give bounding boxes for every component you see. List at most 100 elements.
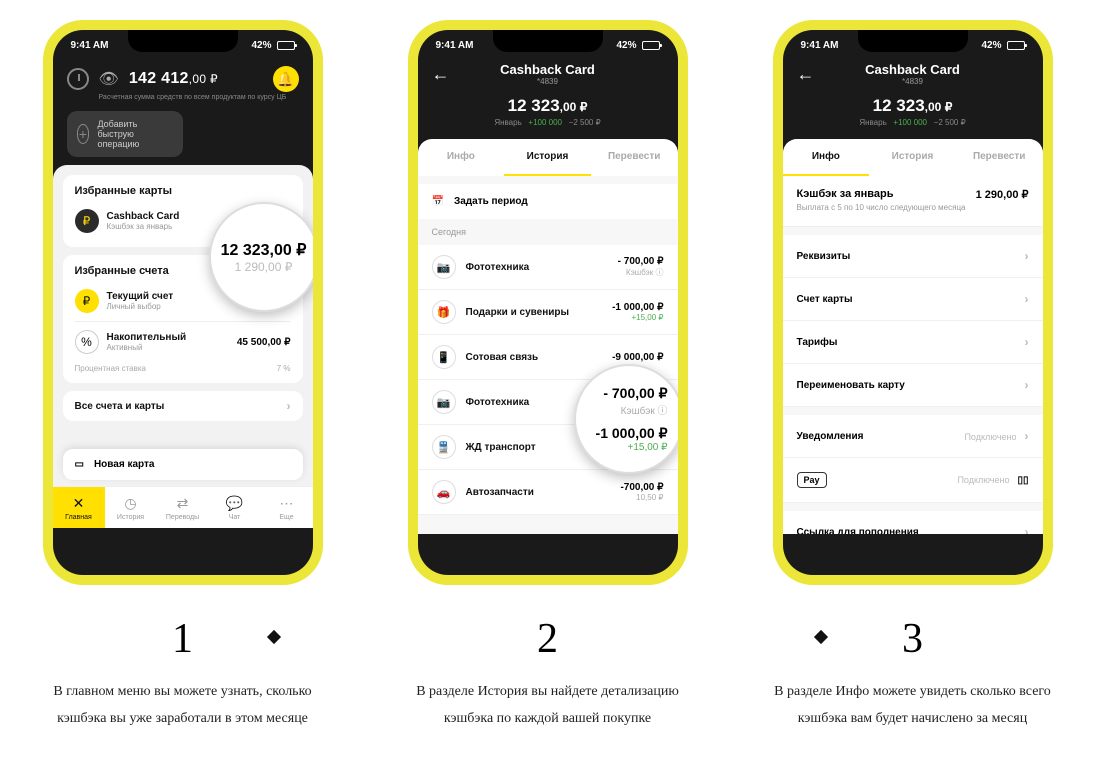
tab-transfers[interactable]: ⇄Переводы	[157, 487, 209, 528]
notch	[858, 30, 968, 52]
step-text-1: В главном меню вы можете узнать, сколько…	[33, 679, 333, 732]
tab-home[interactable]: ✕Главная	[53, 487, 105, 528]
chevron-right-icon: ›	[1025, 249, 1029, 263]
chat-icon: 💬	[226, 495, 243, 512]
step-number-1: 1	[172, 615, 193, 663]
magnifier-balance: 12 323,00 ₽ 1 290,00 ₽	[209, 202, 313, 312]
cashback-amount: 1 290,00 ₽	[976, 188, 1029, 201]
card-icon: ▭	[75, 459, 84, 470]
bottom-tabbar: ✕Главная ◷История ⇄Переводы 💬Чат ⋯Еще	[53, 486, 313, 528]
card-account-button[interactable]: Счет карты›	[783, 278, 1043, 321]
set-period-button[interactable]: 📅 Задать период	[418, 184, 678, 219]
step-number-3: 3	[902, 615, 923, 663]
tab-history[interactable]: История	[504, 139, 591, 176]
chevron-right-icon: ›	[287, 399, 291, 413]
chevron-right-icon: ›	[1025, 335, 1029, 349]
rename-card-button[interactable]: Переименовать карту›	[783, 364, 1043, 407]
bell-icon[interactable]: 🔔	[273, 66, 299, 92]
requisites-button[interactable]: Реквизиты›	[783, 235, 1043, 278]
card-title: Cashback Card	[825, 62, 1001, 77]
balance-delta: Январь +100 000 −2 500 ₽	[432, 118, 664, 127]
magnifier-cashback: - 700,00 ₽ Кэшбэк ⓘ -1 000,00 ₽ +15,00 ₽	[574, 364, 678, 474]
tariffs-button[interactable]: Тарифы›	[783, 321, 1043, 364]
new-card-button[interactable]: ▭ Новая карта	[63, 449, 303, 480]
battery-icon	[1007, 41, 1025, 50]
balance-delta: Январь +100 000 −2 500 ₽	[797, 118, 1029, 127]
transaction-row[interactable]: 🎁Подарки и сувениры-1 000,00 ₽+15,00 ₽	[418, 290, 678, 335]
phone-info: 9:41 AM 42% ← Cashback Card *4839 12 323…	[773, 20, 1053, 585]
status-time: 9:41 AM	[436, 40, 474, 51]
category-icon: 🚆	[432, 435, 456, 459]
category-icon: 🎁	[432, 300, 456, 324]
tab-history[interactable]: ◷История	[105, 487, 157, 528]
card-icon: ₽	[75, 209, 99, 233]
group-label: Сегодня	[418, 219, 678, 245]
add-quick-op-button[interactable]: + Добавить быструю операцию	[67, 111, 183, 157]
back-button[interactable]: ←	[432, 64, 450, 85]
total-subtitle: Расчетная сумма средств по всем продукта…	[99, 94, 299, 101]
battery-icon	[277, 41, 295, 50]
tx-name: Подарки и сувениры	[466, 307, 603, 318]
tx-amount: -700,00 ₽	[620, 482, 663, 493]
fav-cards-title: Избранные карты	[75, 185, 291, 197]
tx-amount: -1 000,00 ₽	[612, 302, 663, 313]
visibility-icon[interactable]: 👁	[99, 69, 119, 89]
more-icon: ⋯	[280, 495, 294, 512]
battery-icon	[642, 41, 660, 50]
chevron-right-icon: ›	[1025, 429, 1029, 443]
plus-icon: +	[77, 124, 90, 144]
status-battery: 42%	[616, 40, 636, 51]
chevron-right-icon: ›	[1025, 525, 1029, 534]
tx-name: Автозапчасти	[466, 487, 611, 498]
card-title: Cashback Card	[460, 62, 636, 77]
calendar-icon: 📅	[432, 196, 444, 207]
notifications-button[interactable]: Уведомления Подключено›	[783, 415, 1043, 458]
back-button[interactable]: ←	[797, 64, 815, 85]
tab-info[interactable]: Инфо	[783, 139, 870, 176]
card-balance: 12 323,00 ₽	[432, 96, 664, 116]
tab-info[interactable]: Инфо	[418, 139, 505, 176]
card-id: *4839	[460, 77, 636, 86]
percent-icon: %	[75, 330, 99, 354]
tx-amount: -9 000,00 ₽	[612, 352, 663, 363]
tx-amount: - 700,00 ₽	[618, 256, 664, 267]
phone-history: 9:41 AM 42% ← Cashback Card *4839 12 323…	[408, 20, 688, 585]
topup-link-button[interactable]: Ссылка для пополнения›	[783, 511, 1043, 534]
status-battery: 42%	[981, 40, 1001, 51]
card-glyph-icon: ▯▯	[1017, 475, 1028, 486]
phone-home: 9:41 AM 42% 👁 142 412,00 ₽ 🔔	[43, 20, 323, 585]
tab-transfer[interactable]: Перевести	[956, 139, 1043, 176]
card-id: *4839	[825, 77, 1001, 86]
ruble-icon: ₽	[75, 289, 99, 313]
status-battery: 42%	[251, 40, 271, 51]
transaction-row[interactable]: 🚗Автозапчасти-700,00 ₽10,50 ₽	[418, 470, 678, 515]
tx-name: Сотовая связь	[466, 352, 603, 363]
category-icon: 📷	[432, 390, 456, 414]
step-text-2: В разделе История вы найдете детализацию…	[398, 679, 698, 732]
tx-cashback: Кэшбэк ⓘ	[618, 267, 664, 278]
status-time: 9:41 AM	[801, 40, 839, 51]
category-icon: 📱	[432, 345, 456, 369]
rate-value: 7 %	[277, 364, 291, 373]
savings-account-row[interactable]: % Накопительный Активный 45 500,00 ₽	[75, 321, 291, 358]
history-icon: ◷	[124, 495, 136, 512]
status-time: 9:41 AM	[71, 40, 109, 51]
rate-label: Процентная ставка	[75, 364, 147, 373]
clock-icon[interactable]	[67, 68, 89, 90]
card-balance: 12 323,00 ₽	[797, 96, 1029, 116]
tab-history[interactable]: История	[869, 139, 956, 176]
notch	[128, 30, 238, 52]
tab-transfer[interactable]: Перевести	[591, 139, 678, 176]
transaction-row[interactable]: 📷 Фототехника - 700,00 ₽Кэшбэк ⓘ	[418, 245, 678, 290]
tx-name: Фототехника	[466, 262, 608, 273]
home-icon: ✕	[73, 495, 85, 512]
cashback-summary: Кэшбэк за январь 1 290,00 ₽ Выплата с 5 …	[783, 176, 1043, 227]
tab-more[interactable]: ⋯Еще	[261, 487, 313, 528]
apple-pay-button[interactable]: Pay Подключено▯▯	[783, 458, 1043, 503]
step-number-2: 2	[537, 615, 558, 663]
chevron-right-icon: ›	[1025, 292, 1029, 306]
category-icon: 🚗	[432, 480, 456, 504]
category-icon: 📷	[432, 255, 456, 279]
tab-chat[interactable]: 💬Чат	[209, 487, 261, 528]
see-all-button[interactable]: Все счета и карты ›	[63, 391, 303, 421]
